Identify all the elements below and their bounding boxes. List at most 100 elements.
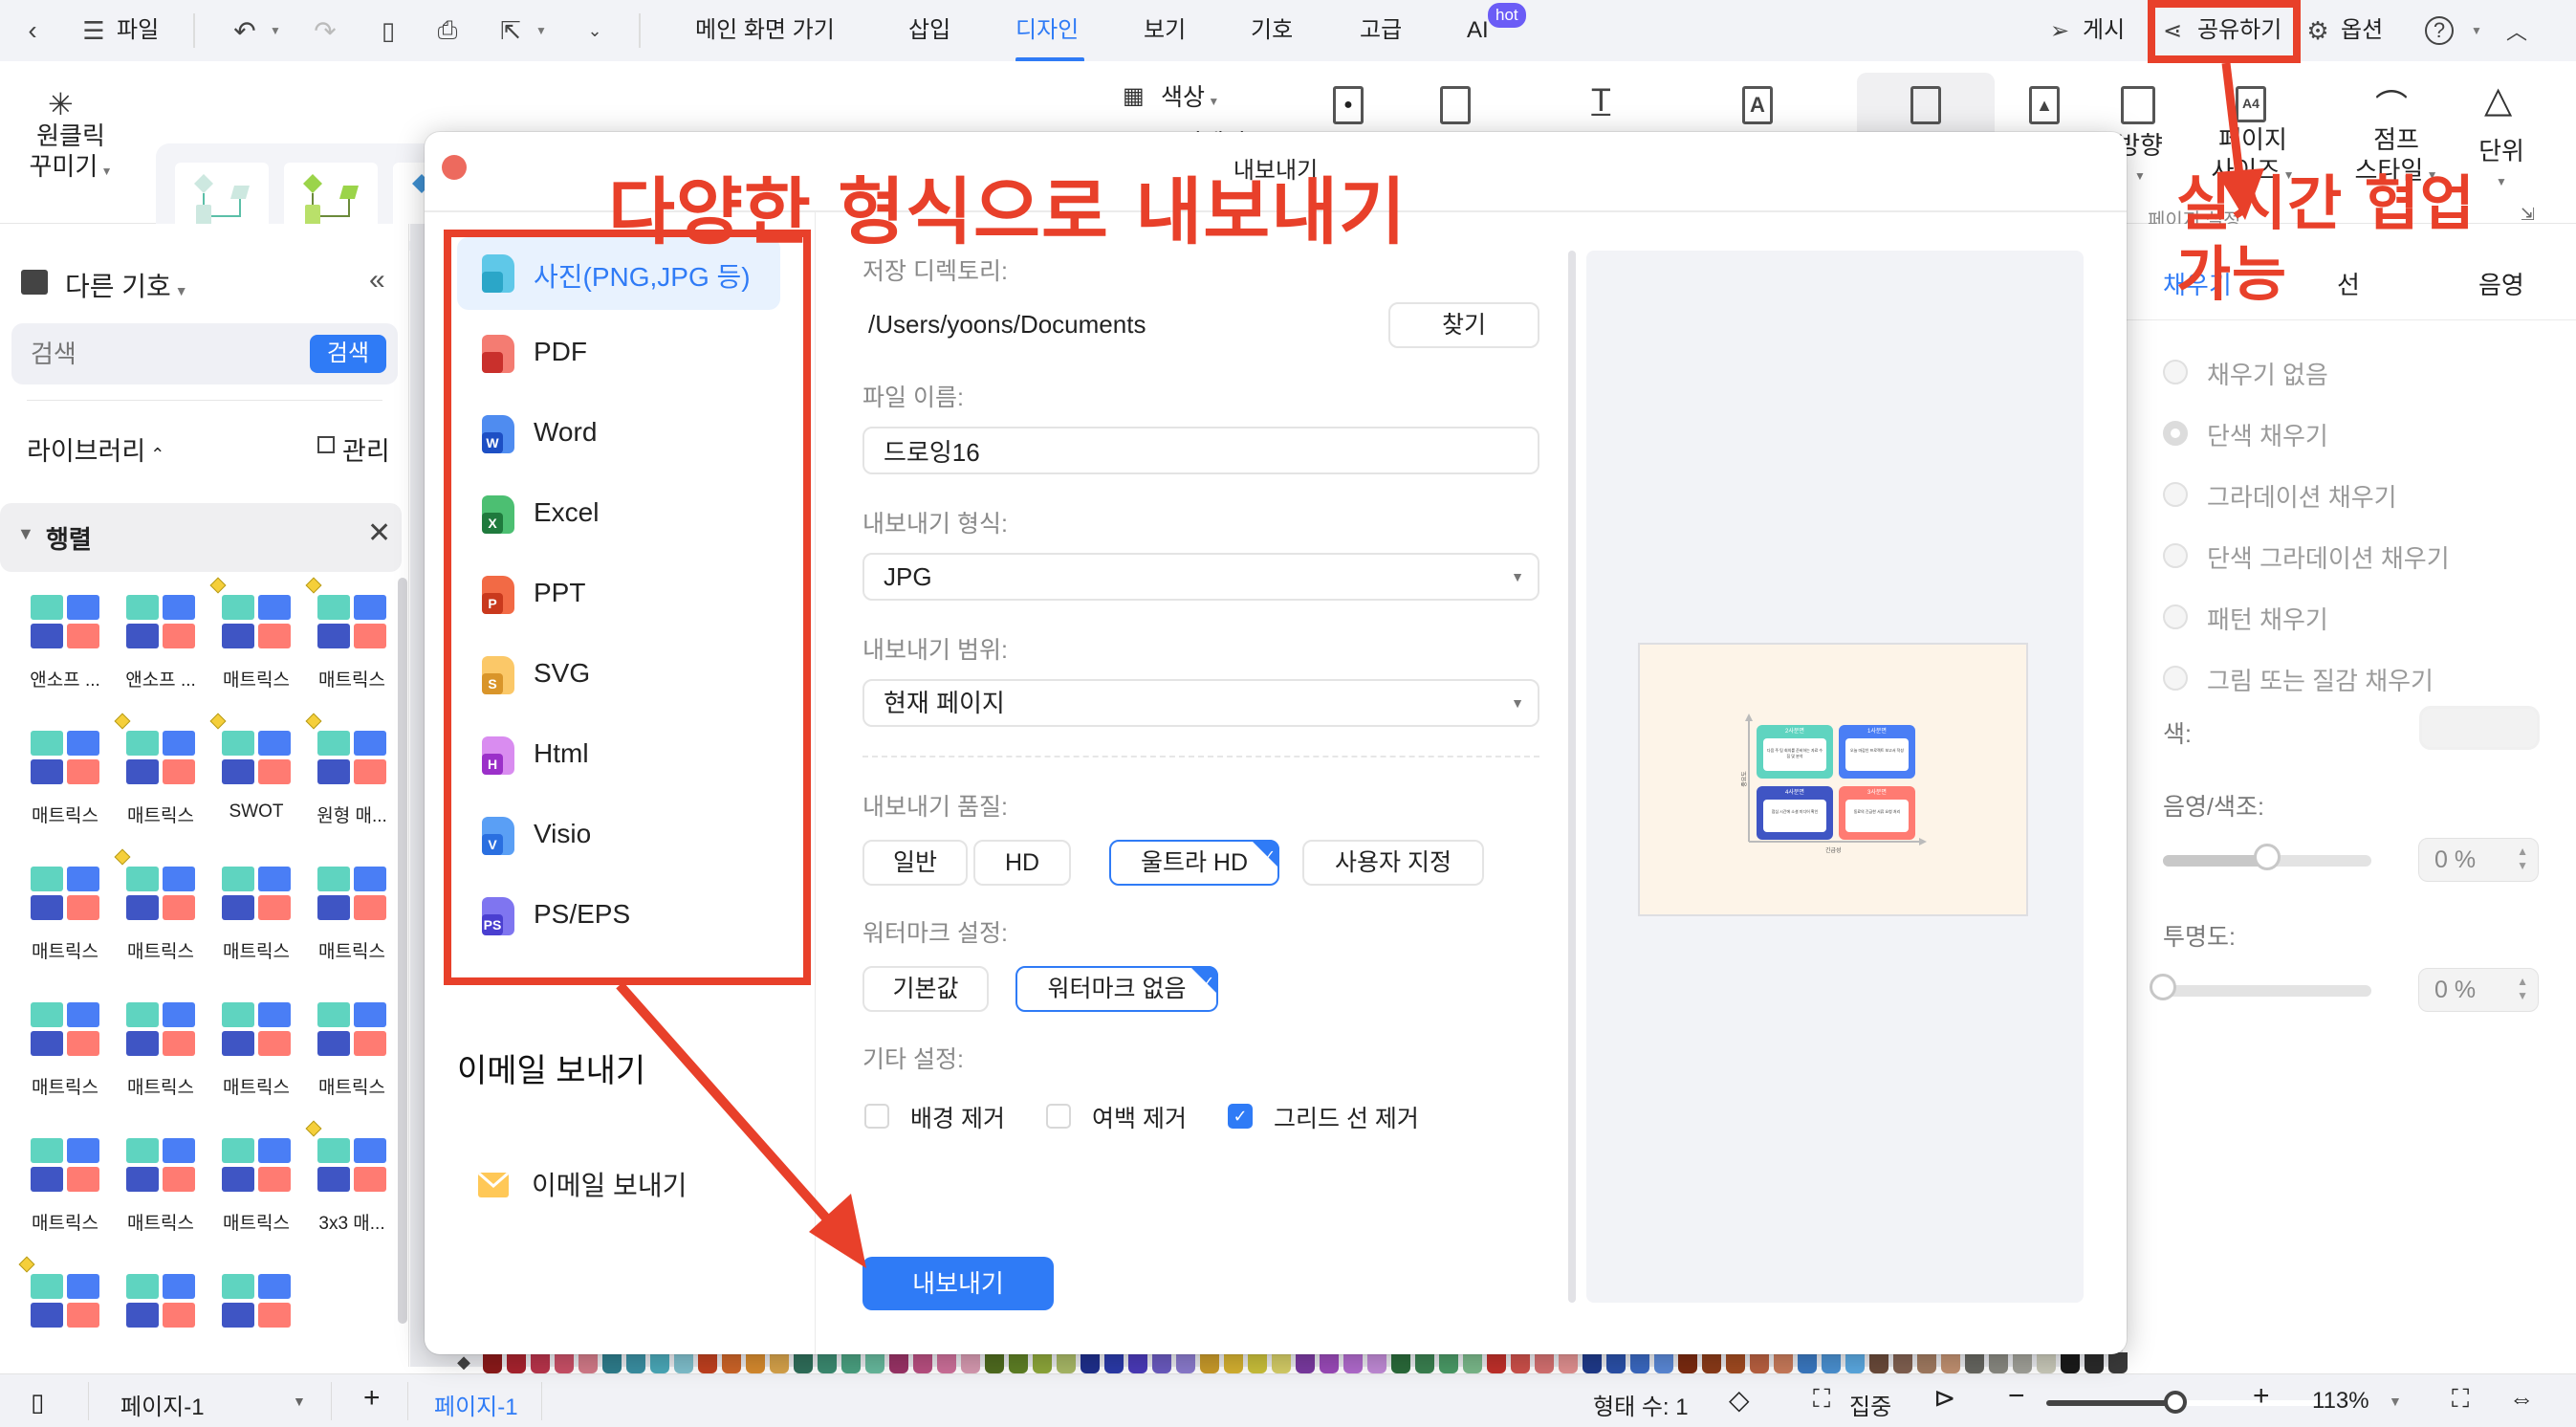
more-icon[interactable]: ⌄ <box>578 13 612 48</box>
color-swatch[interactable] <box>507 1352 526 1373</box>
fit-page-icon[interactable]: ⛶ <box>2452 1384 2469 1415</box>
symbol-thumbnail[interactable]: 매트릭스 <box>304 997 400 1099</box>
slider-knob[interactable] <box>2254 844 2281 870</box>
quality-option[interactable]: HD <box>973 840 1071 886</box>
manage-icon[interactable] <box>317 436 335 453</box>
color-swatch[interactable] <box>1176 1352 1195 1373</box>
color-swatch[interactable] <box>1463 1352 1482 1373</box>
jump-style-icon[interactable]: ⌒ <box>2375 80 2408 127</box>
symbol-thumbnail[interactable] <box>113 1268 208 1345</box>
color-swatch[interactable] <box>674 1352 693 1373</box>
color-swatch[interactable] <box>1152 1352 1171 1373</box>
symbol-thumbnail[interactable]: 매트릭스 <box>208 1132 304 1235</box>
export-button[interactable]: 내보내기 <box>862 1257 1054 1310</box>
symbol-thumbnail[interactable]: 매트릭스 <box>113 713 208 827</box>
color-swatch[interactable] <box>483 1352 502 1373</box>
back-icon[interactable]: ‹ <box>15 13 50 48</box>
page-tab-active[interactable]: 페이지-1 <box>434 1388 518 1421</box>
close-section-icon[interactable]: ✕ <box>367 516 391 550</box>
watermark-option[interactable]: 워터마크 없음 ✓ <box>1015 966 1218 1012</box>
symbol-thumbnail[interactable]: 매트릭스 <box>17 997 113 1099</box>
color-swatch[interactable] <box>1200 1352 1219 1373</box>
color-swatch[interactable] <box>602 1352 622 1373</box>
fill-radio[interactable] <box>2163 604 2188 629</box>
tab-shadow[interactable]: 음영 <box>2478 266 2524 301</box>
help-icon[interactable]: ? <box>2425 16 2454 45</box>
text-border-icon[interactable]: T̲ <box>1591 82 1611 120</box>
fill-radio[interactable] <box>2163 421 2188 446</box>
export-icon[interactable]: ⇱ <box>493 13 528 48</box>
tab-symbols[interactable]: 기호 <box>1251 13 1293 48</box>
color-swatch[interactable] <box>1702 1352 1721 1373</box>
color-swatch[interactable] <box>770 1352 789 1373</box>
symbol-thumbnail[interactable] <box>208 1268 304 1345</box>
color-swatch[interactable] <box>1320 1352 1339 1373</box>
settings-scrollbar[interactable] <box>1568 251 1576 1303</box>
color-swatch[interactable] <box>1989 1352 2008 1373</box>
fill-page-icon[interactable]: ● <box>1333 86 1364 124</box>
color-swatch[interactable] <box>1033 1352 1052 1373</box>
symbol-thumbnail[interactable]: 매트릭스 <box>208 997 304 1099</box>
color-swatch[interactable] <box>961 1352 980 1373</box>
add-page-button[interactable]: + <box>363 1382 381 1415</box>
color-swatch[interactable] <box>1583 1352 1602 1373</box>
tab-view[interactable]: 보기 <box>1144 13 1186 48</box>
color-swatch[interactable] <box>1272 1352 1291 1373</box>
color-swatch[interactable] <box>1845 1352 1865 1373</box>
symbol-thumbnail[interactable]: 매트릭스 <box>113 997 208 1099</box>
font-page-icon[interactable]: A <box>1742 86 1773 124</box>
one-click-beautify-button[interactable]: 원클릭 꾸미기 ▼ <box>25 121 117 187</box>
transparency-input[interactable]: 0 % ▲ ▼ <box>2418 968 2539 1012</box>
color-swatch[interactable] <box>1941 1352 1960 1373</box>
tab-insert[interactable]: 삽입 <box>908 13 950 48</box>
tab-advanced[interactable]: 고급 <box>1360 13 1402 48</box>
color-swatch[interactable] <box>2013 1352 2032 1373</box>
color-swatch[interactable] <box>1774 1352 1793 1373</box>
color-swatch[interactable] <box>1057 1352 1076 1373</box>
color-swatch[interactable] <box>2085 1352 2104 1373</box>
filename-input[interactable] <box>862 427 1539 474</box>
focus-mode-icon[interactable]: ⛶ <box>1813 1384 1830 1415</box>
publish-icon[interactable]: ➢ <box>2042 13 2077 48</box>
color-swatch[interactable] <box>1511 1352 1530 1373</box>
color-swatch[interactable] <box>1917 1352 1936 1373</box>
color-swatch[interactable] <box>1296 1352 1315 1373</box>
color-swatch[interactable] <box>2061 1352 2080 1373</box>
page-settings-expand-icon[interactable]: ⇲ <box>2521 205 2535 225</box>
color-swatch[interactable] <box>626 1352 645 1373</box>
color-swatch[interactable] <box>1128 1352 1147 1373</box>
spinner-arrows-icon[interactable]: ▲ ▼ <box>2517 845 2528 873</box>
color-swatch[interactable] <box>985 1352 1004 1373</box>
export-dropdown-icon[interactable]: ▼ <box>524 13 558 48</box>
zoom-in-button[interactable]: + <box>2253 1380 2270 1413</box>
magic-wand-icon[interactable]: ✳ <box>48 86 74 122</box>
export-range-select[interactable]: 현재 페이지 ▼ <box>862 679 1539 727</box>
color-swatch[interactable] <box>2108 1352 2128 1373</box>
symbol-thumbnail[interactable]: 매트릭스 <box>208 577 304 692</box>
color-swatch[interactable] <box>579 1352 598 1373</box>
fill-color-icon[interactable]: ◆ <box>449 1352 478 1373</box>
color-swatch[interactable] <box>1081 1352 1100 1373</box>
spinner-arrows-icon[interactable]: ▲ ▼ <box>2517 975 2528 1003</box>
symbol-thumbnail[interactable]: 매트릭스 <box>113 848 208 963</box>
color-swatch[interactable] <box>1535 1352 1554 1373</box>
color-picker[interactable] <box>2419 706 2540 750</box>
file-menu[interactable]: 파일 <box>117 13 159 48</box>
publish-button[interactable]: 게시 <box>2083 13 2125 48</box>
fill-radio[interactable] <box>2163 666 2188 691</box>
symbol-search-button[interactable]: 검색 <box>310 335 386 373</box>
tab-ai[interactable]: AI <box>1467 13 1489 48</box>
page-size-icon[interactable]: A4 <box>2236 86 2266 122</box>
zoom-slider[interactable] <box>2046 1391 2333 1414</box>
library-header[interactable]: 라이브러리 ⌃ <box>27 430 164 468</box>
color-swatch[interactable] <box>794 1352 813 1373</box>
layers-icon[interactable]: ◇ <box>1729 1384 1750 1416</box>
matrix-section-header[interactable]: ▼ 행렬 ✕ <box>0 503 402 572</box>
color-grid-icon[interactable]: ▦ <box>1123 82 1145 110</box>
background-icon[interactable] <box>1440 86 1471 124</box>
undo-dropdown-icon[interactable]: ▼ <box>258 13 293 48</box>
unit-button[interactable]: 단위 ▼ <box>2471 136 2532 197</box>
color-swatch[interactable] <box>1606 1352 1626 1373</box>
page-selector-dropdown-icon[interactable]: ▼ <box>293 1394 306 1409</box>
manage-button[interactable]: 관리 <box>342 430 390 468</box>
